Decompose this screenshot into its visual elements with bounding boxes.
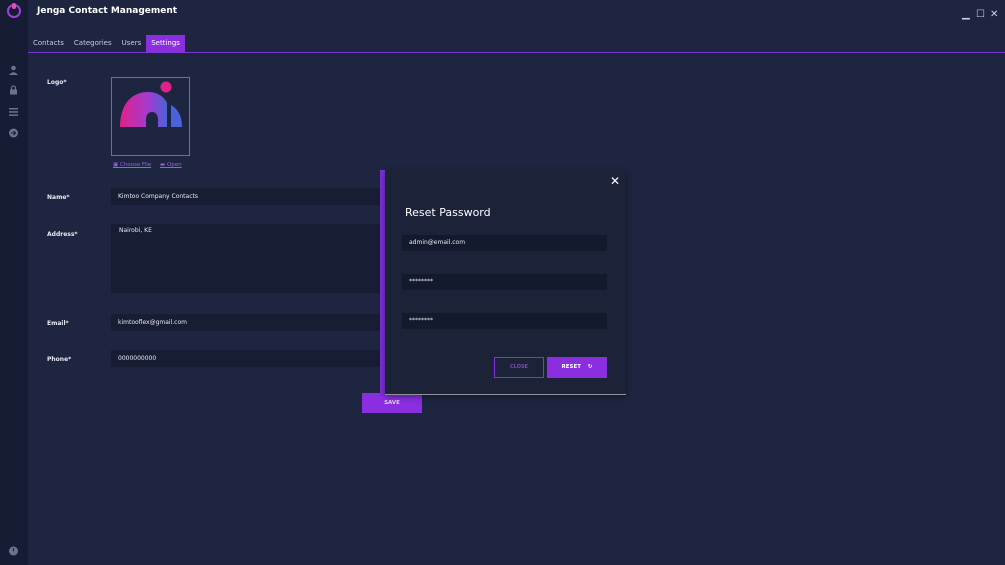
open-link[interactable]: ▬ Open (160, 162, 182, 168)
reset-button[interactable]: RESET ↻ (547, 357, 607, 378)
address-textarea[interactable]: Nairobi, KE (111, 224, 381, 293)
confirm-password-input[interactable]: ******** (402, 313, 607, 329)
user-icon[interactable] (8, 65, 19, 75)
choose-file-link[interactable]: ▣ Choose File (113, 162, 151, 168)
new-password-input[interactable]: ******** (402, 274, 607, 290)
email-label: Email* (47, 320, 69, 327)
tab-categories[interactable]: Categories (69, 35, 117, 52)
tab-users[interactable]: Users (117, 35, 147, 52)
tab-contacts[interactable]: Contacts (28, 35, 69, 52)
tab-settings[interactable]: Settings (146, 35, 185, 52)
dialog-bottom-border (385, 394, 626, 395)
reset-email-input[interactable]: admin@email.com (402, 235, 607, 251)
window-title: Jenga Contact Management (37, 6, 178, 16)
save-button[interactable]: SAVE (362, 393, 422, 413)
phone-input[interactable]: 0000000000 (111, 350, 381, 367)
minimize-icon[interactable]: ▁ (962, 10, 970, 20)
list-icon[interactable] (8, 107, 19, 117)
maximize-icon[interactable]: ☐ (976, 10, 985, 20)
tab-divider (28, 52, 1005, 53)
name-input[interactable]: Kimtoo Company Contacts (111, 188, 381, 205)
lock-icon[interactable] (8, 85, 19, 95)
logout-icon[interactable] (8, 128, 19, 138)
tab-bar: Contacts Categories Users Settings (28, 35, 185, 52)
logo-preview[interactable] (111, 77, 190, 156)
phone-label: Phone* (47, 356, 72, 363)
logo-label: Logo* (47, 79, 67, 86)
name-label: Name* (47, 194, 70, 201)
close-icon[interactable]: ✕ (610, 175, 620, 187)
refresh-icon: ↻ (587, 364, 593, 370)
power-icon[interactable] (8, 546, 19, 556)
dialog-title: Reset Password (405, 206, 491, 219)
app-logo-icon (7, 3, 21, 18)
close-button[interactable]: CLOSE (494, 357, 544, 378)
left-sidebar (0, 0, 28, 565)
address-label: Address* (47, 231, 78, 238)
close-window-icon[interactable]: ✕ (990, 10, 998, 20)
company-logo-icon (120, 81, 182, 127)
open-label: Open (166, 162, 182, 168)
email-input[interactable]: kimtooflex@gmail.com (111, 314, 381, 331)
reset-label: RESET (561, 364, 581, 370)
choose-file-label: Choose File (119, 162, 152, 168)
